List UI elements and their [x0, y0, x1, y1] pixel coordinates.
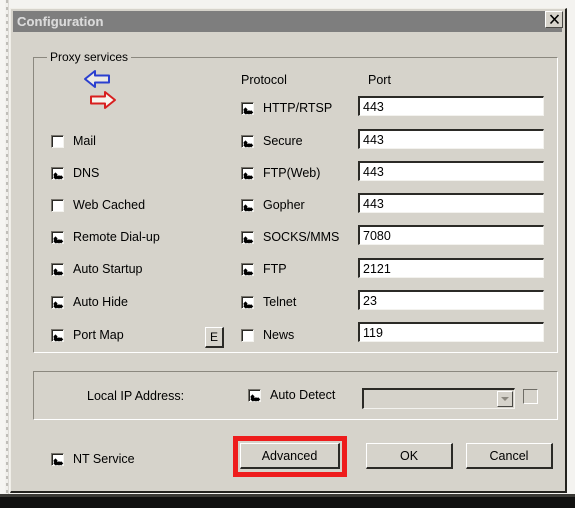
- close-icon[interactable]: [545, 11, 563, 28]
- label-ftp-web: FTP(Web): [263, 166, 321, 180]
- checkbox-auto-detect[interactable]: [248, 389, 261, 402]
- label-gopher: Gopher: [263, 198, 305, 212]
- desktop-background: Configuration Proxy services Protocol Po…: [0, 0, 575, 508]
- label-mail: Mail: [73, 134, 96, 148]
- checkbox-mail[interactable]: [51, 135, 64, 148]
- label-secure: Secure: [263, 134, 303, 148]
- label-telnet: Telnet: [263, 295, 297, 309]
- label-socks-mms: SOCKS/MMS: [263, 230, 340, 244]
- local-ip-combobox[interactable]: [362, 388, 515, 409]
- screen-bottom-band: [0, 497, 575, 508]
- checkbox-gopher[interactable]: [241, 199, 254, 212]
- label-http-rtsp: HTTP/RTSP: [263, 101, 333, 115]
- desktop-edge-ticks: [6, 0, 8, 508]
- label-auto-startup: Auto Startup: [73, 262, 143, 276]
- label-news: News: [263, 328, 295, 342]
- checkbox-web-cached[interactable]: [51, 199, 64, 212]
- configuration-dialog: Configuration Proxy services Protocol Po…: [10, 8, 567, 493]
- port-input-ftp[interactable]: [358, 258, 544, 278]
- checkbox-local-ip-extra[interactable]: [523, 389, 538, 404]
- label-web-cached: Web Cached: [73, 198, 146, 212]
- checkbox-remote-dial-up[interactable]: [51, 231, 64, 244]
- chevron-down-icon[interactable]: [497, 391, 513, 407]
- local-ip-label: Local IP Address:: [87, 389, 185, 403]
- label-port-map: Port Map: [73, 328, 124, 342]
- port-input-news[interactable]: [358, 322, 544, 342]
- checkbox-news[interactable]: [241, 329, 254, 342]
- dialog-title: Configuration: [17, 14, 104, 29]
- label-nt-service: NT Service: [73, 452, 135, 466]
- port-input-ftp-web[interactable]: [358, 161, 544, 181]
- checkbox-nt-service[interactable]: [51, 453, 64, 466]
- label-remote-dial-up: Remote Dial-up: [73, 230, 160, 244]
- label-auto-detect: Auto Detect: [270, 388, 336, 402]
- checkbox-ftp-web[interactable]: [241, 167, 254, 180]
- label-dns: DNS: [73, 166, 100, 180]
- advanced-button[interactable]: Advanced: [240, 443, 340, 469]
- port-input-gopher[interactable]: [358, 193, 544, 213]
- port-input-socks-mms[interactable]: [358, 225, 544, 245]
- port-input-http-rtsp[interactable]: [358, 96, 544, 116]
- ok-button[interactable]: OK: [366, 443, 453, 469]
- checkbox-auto-startup[interactable]: [51, 263, 64, 276]
- checkbox-auto-hide[interactable]: [51, 296, 64, 309]
- label-auto-hide: Auto Hide: [73, 295, 128, 309]
- desktop-left-edge: [0, 0, 9, 508]
- port-input-secure[interactable]: [358, 129, 544, 149]
- port-input-telnet[interactable]: [358, 290, 544, 310]
- dialog-titlebar[interactable]: Configuration: [13, 11, 562, 32]
- checkbox-socks-mms[interactable]: [241, 231, 254, 244]
- label-ftp: FTP: [263, 262, 287, 276]
- protocol-column-header: Protocol: [241, 73, 287, 87]
- checkbox-secure[interactable]: [241, 135, 254, 148]
- checkbox-http-rtsp[interactable]: [241, 102, 254, 115]
- exchange-arrows-icon: [69, 67, 131, 115]
- proxy-services-legend: Proxy services: [47, 50, 132, 64]
- port-column-header: Port: [368, 73, 391, 87]
- checkbox-dns[interactable]: [51, 167, 64, 180]
- checkbox-ftp[interactable]: [241, 263, 254, 276]
- cancel-button[interactable]: Cancel: [466, 443, 553, 469]
- checkbox-port-map[interactable]: [51, 329, 64, 342]
- checkbox-telnet[interactable]: [241, 296, 254, 309]
- port-map-edit-button[interactable]: E: [205, 327, 224, 348]
